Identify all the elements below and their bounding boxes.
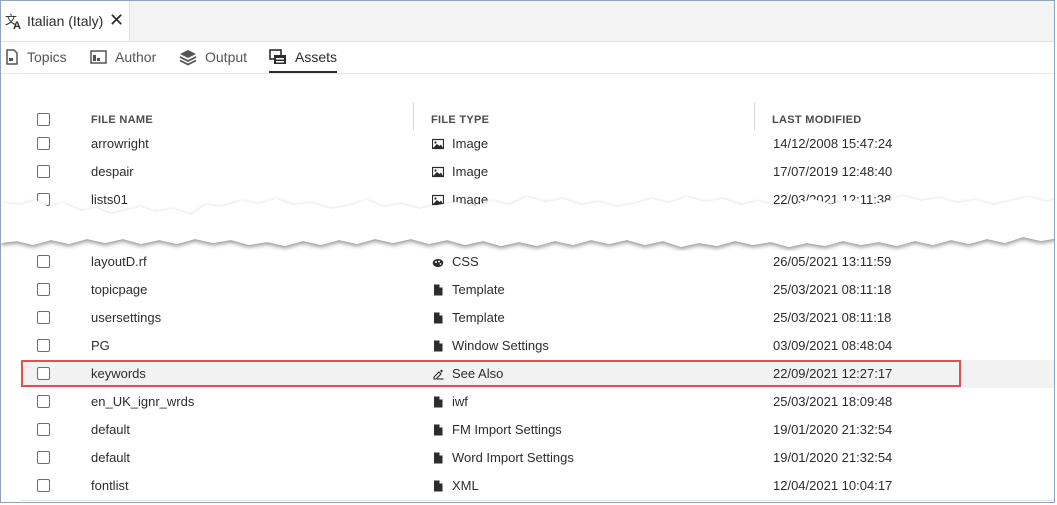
- file-type-label: Image: [452, 164, 489, 179]
- table-row[interactable]: layoutD.rf CSS 26/05/2021 13:11:59: [21, 248, 1054, 277]
- see-also-icon: [433, 369, 444, 380]
- table-body-top: arrowright Image 14/12/2008 15:47:24 despai…: [1, 1, 1054, 211]
- row-checkbox[interactable]: [37, 395, 50, 408]
- table-row[interactable]: keywords See Also 22/09/2021 12:27:17: [21, 360, 1054, 389]
- file-name-cell: keywords: [91, 366, 146, 381]
- row-checkbox[interactable]: [37, 339, 50, 352]
- table-row[interactable]: PG Window Settings 03/09/2021 08:48:04: [21, 332, 1054, 361]
- file-name-cell: layoutD.rf: [91, 254, 147, 269]
- last-modified-cell: 17/07/2019 12:48:40: [773, 164, 893, 179]
- last-modified-cell: 25/03/2021 08:11:18: [773, 310, 892, 325]
- file-name-cell: en_UK_ignr_wrds: [91, 394, 195, 409]
- last-modified-cell: 14/12/2008 15:47:24: [773, 136, 893, 151]
- file-name-cell: usersettings: [91, 310, 162, 325]
- file-type-cell: See Also: [432, 360, 503, 387]
- file-name-cell: fontlist: [91, 478, 129, 493]
- row-checkbox[interactable]: [37, 367, 50, 380]
- last-modified-cell: 25/03/2021 18:09:48: [773, 394, 893, 409]
- assets-panel: 文 A Italian (Italy) ✕ Topics Author Outp…: [0, 0, 1055, 503]
- file-icon: [434, 396, 443, 407]
- file-name-cell: default: [91, 450, 131, 465]
- table-row[interactable]: arrowright Image 14/12/2008 15:47:24: [21, 130, 1054, 159]
- file-type-label: Word Import Settings: [452, 450, 574, 465]
- file-type-cell: Window Settings: [432, 332, 549, 359]
- last-modified-cell: 03/09/2021 08:48:04: [773, 338, 893, 353]
- file-type-label: FM Import Settings: [452, 422, 562, 437]
- file-name-cell: default: [91, 422, 131, 437]
- file-icon: [434, 424, 443, 435]
- row-checkbox[interactable]: [37, 283, 50, 296]
- file-type-label: Template: [452, 310, 505, 325]
- file-icon: [434, 452, 443, 463]
- row-checkbox[interactable]: [37, 423, 50, 436]
- file-icon: [434, 480, 443, 491]
- file-name-cell: arrowright: [91, 136, 149, 151]
- table-row[interactable]: en_UK_ignr_wrds iwf 25/03/2021 18:09:48: [21, 388, 1054, 417]
- row-checkbox[interactable]: [37, 479, 50, 492]
- file-name-cell: topicpage: [91, 282, 148, 297]
- file-type-label: iwf: [452, 394, 468, 409]
- table-row[interactable]: fontlist XML 12/04/2021 10:04:17: [21, 472, 1054, 501]
- file-icon: [434, 312, 443, 323]
- file-icon: [434, 340, 443, 351]
- image-icon: [432, 138, 444, 149]
- file-type-cell: Template: [432, 276, 505, 303]
- row-checkbox[interactable]: [37, 137, 50, 150]
- torn-edge-break: [1, 196, 1054, 247]
- table-row[interactable]: topicpage Template 25/03/2021 08:11:18: [21, 276, 1054, 305]
- file-icon: [434, 284, 443, 295]
- row-checkbox[interactable]: [37, 451, 50, 464]
- file-type-label: See Also: [452, 366, 504, 381]
- last-modified-cell: 19/01/2020 21:32:54: [773, 450, 893, 465]
- last-modified-cell: 22/09/2021 12:27:17: [773, 366, 893, 381]
- row-checkbox[interactable]: [37, 311, 50, 324]
- file-type-label: Window Settings: [452, 338, 549, 353]
- last-modified-cell: 12/04/2021 10:04:17: [773, 478, 893, 493]
- file-type-label: Image: [452, 136, 489, 151]
- file-type-cell: Image: [432, 158, 488, 185]
- table-row[interactable]: default Word Import Settings 19/01/2020 21…: [21, 444, 1054, 473]
- table-row[interactable]: default FM Import Settings 19/01/2020 21:3…: [21, 416, 1054, 445]
- table-row[interactable]: usersettings Template 25/03/2021 08:11:18: [21, 304, 1054, 333]
- file-type-cell: FM Import Settings: [432, 416, 562, 443]
- row-checkbox[interactable]: [37, 255, 50, 268]
- file-type-label: CSS: [452, 254, 479, 269]
- file-type-cell: Word Import Settings: [432, 444, 574, 471]
- css-icon: [432, 258, 444, 267]
- last-modified-cell: 26/05/2021 13:11:59: [773, 254, 892, 269]
- last-modified-cell: 25/03/2021 08:11:18: [773, 282, 892, 297]
- last-modified-cell: 19/01/2020 21:32:54: [773, 422, 893, 437]
- row-checkbox[interactable]: [37, 165, 50, 178]
- file-type-cell: Template: [432, 304, 505, 331]
- file-name-cell: PG: [91, 338, 110, 353]
- file-type-cell: iwf: [432, 388, 468, 415]
- file-name-cell: despair: [91, 164, 134, 179]
- file-type-label: Template: [452, 282, 505, 297]
- image-icon: [432, 166, 444, 177]
- file-type-cell: Image: [432, 130, 488, 157]
- file-type-label: XML: [452, 478, 479, 493]
- file-type-cell: CSS: [432, 248, 479, 275]
- file-type-cell: XML: [432, 472, 479, 499]
